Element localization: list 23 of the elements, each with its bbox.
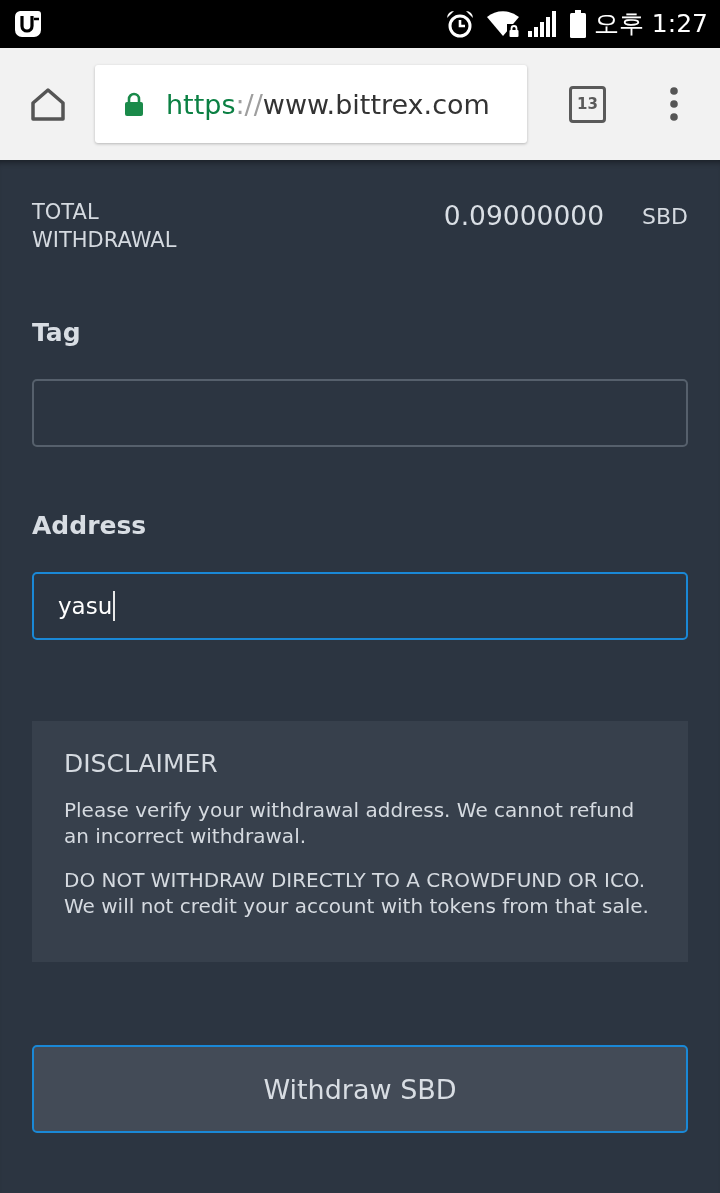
address-bar[interactable]: https://www.bittrex.com (95, 65, 527, 143)
tab-switcher-button[interactable]: 13 (569, 85, 606, 123)
status-time: 오후 1:27 (593, 9, 708, 39)
text-cursor-icon (113, 591, 116, 621)
field-label: Address (32, 511, 148, 541)
currency-label: SBD (642, 203, 688, 231)
disclaimer-text: Please verify your withdrawal address. We cannot refund an incorrect withdrawal. (64, 797, 636, 849)
input-field[interactable] (32, 379, 688, 447)
withdraw-button[interactable]: Withdraw SBD (32, 1045, 688, 1133)
total-label: TOTAL WITHDRAWAL (32, 199, 177, 254)
amount-value: 0.09000000 (443, 200, 604, 232)
lock-icon (124, 92, 144, 116)
battery-icon (569, 10, 586, 38)
app-icon (14, 10, 42, 38)
disclaimer-text: DO NOT WITHDRAW DIRECTLY TO A CROWDFUND OR ICO. We will not credit your account with tokens from that sale. (64, 867, 650, 919)
wifi-icon (486, 11, 521, 37)
input-field[interactable]: yasu (32, 572, 688, 640)
menu-icon[interactable] (670, 87, 678, 121)
signal-icon (527, 11, 556, 37)
field-label: Tag (32, 318, 82, 348)
disclaimer-title: DISCLAIMER (64, 749, 219, 779)
home-icon[interactable] (30, 86, 66, 122)
alarm-clock-icon (445, 10, 474, 38)
